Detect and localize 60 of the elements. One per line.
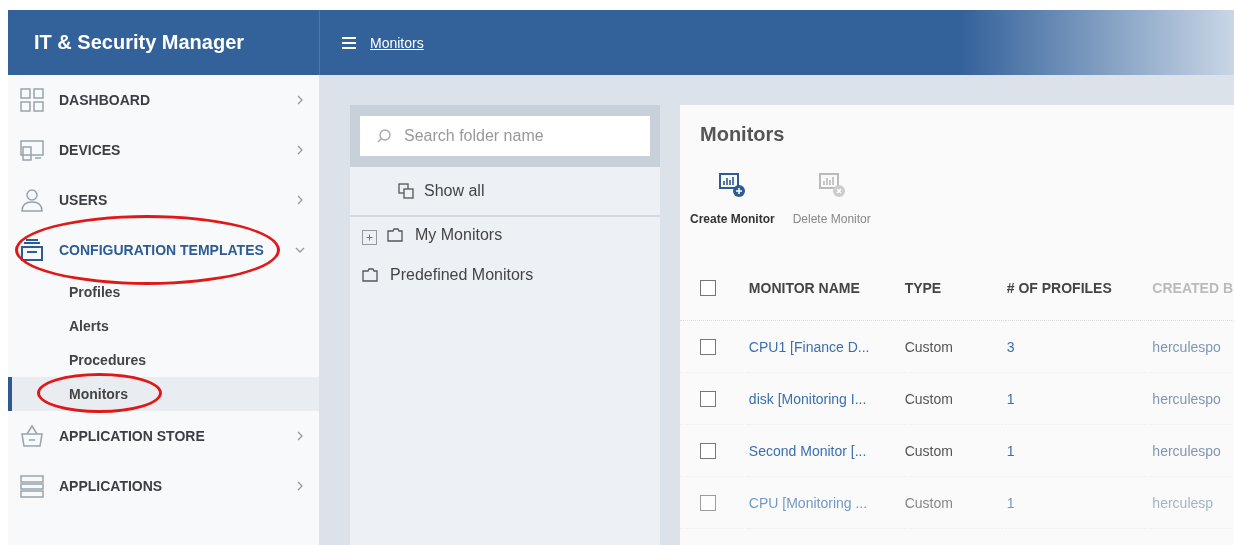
menu-icon[interactable]	[342, 36, 356, 49]
folder-icon	[387, 228, 403, 242]
search-field[interactable]: Search folder name	[360, 116, 650, 156]
nav-item[interactable]: DASHBOARD	[8, 75, 319, 125]
monitor-name-link[interactable]: disk [Monitoring I...	[747, 372, 904, 425]
table-cell: herculespo	[1151, 320, 1234, 373]
breadcrumb-link[interactable]: Monitors	[370, 34, 424, 51]
monitor-name-link[interactable]: Second Monitor [...	[747, 424, 904, 477]
chevron-right-icon	[295, 431, 305, 441]
nav-subitem[interactable]: Profiles	[8, 275, 319, 309]
toolbar-button[interactable]: Create Monitor	[690, 172, 775, 226]
table-cell: herculespo	[1151, 424, 1234, 477]
chevron-right-icon	[295, 145, 305, 155]
monitor-name-link[interactable]: CPU1 [Finance D...	[747, 320, 904, 373]
select-all-checkbox[interactable]	[700, 280, 716, 296]
column-header[interactable]: # OF PROFILES	[1005, 256, 1152, 321]
table-cell: herculesp	[1151, 476, 1234, 529]
nav-item[interactable]: APPLICATION STORE	[8, 411, 319, 461]
grid-icon	[20, 88, 44, 112]
nav-item[interactable]: DEVICES	[8, 125, 319, 175]
list-icon	[20, 474, 44, 498]
row-checkbox[interactable]	[700, 494, 716, 511]
app-title: IT & Security Manager	[8, 10, 320, 75]
column-header[interactable]: TYPE	[903, 256, 1006, 321]
chevron-right-icon	[295, 95, 305, 105]
nav-item[interactable]: APPLICATIONS	[8, 461, 319, 511]
table-cell: Custom	[903, 476, 1006, 529]
folder-icon	[362, 268, 378, 282]
page-title: Monitors	[700, 123, 786, 146]
expand-toggle-icon[interactable]	[362, 229, 377, 245]
search-icon	[376, 128, 392, 144]
chart-add-icon	[718, 172, 747, 198]
show-all-link[interactable]: Show all	[350, 167, 660, 217]
profiles-count-link[interactable]: 1	[1005, 424, 1152, 477]
basket-icon	[20, 424, 44, 448]
row-checkbox[interactable]	[700, 390, 716, 407]
folder-item[interactable]: Predefined Monitors	[362, 266, 534, 284]
column-header[interactable]: MONITOR NAME	[747, 256, 904, 321]
row-checkbox[interactable]	[700, 338, 716, 355]
row-checkbox[interactable]	[700, 442, 716, 459]
chart-remove-icon	[817, 172, 846, 198]
user-icon	[20, 188, 44, 212]
nav-item[interactable]: CONFIGURATION TEMPLATES	[8, 225, 319, 275]
profiles-count-link[interactable]: 3	[1005, 320, 1152, 373]
devices-icon	[20, 138, 44, 162]
table-cell: Custom	[903, 424, 1006, 477]
table-cell: Custom	[903, 320, 1006, 373]
nav-subitem[interactable]: Procedures	[8, 343, 319, 377]
folders-icon	[398, 183, 414, 199]
chevron-right-icon	[295, 481, 305, 491]
chevron-right-icon	[295, 195, 305, 205]
nav-item[interactable]: USERS	[8, 175, 319, 225]
table-cell: Custom	[903, 372, 1006, 425]
folder-item[interactable]: My Monitors	[387, 226, 503, 244]
table-cell: herculespo	[1151, 372, 1234, 425]
profiles-count-link[interactable]: 1	[1005, 372, 1152, 425]
stack-icon	[20, 238, 44, 262]
chevron-down-icon	[295, 245, 305, 255]
nav-subitem[interactable]: Monitors	[8, 377, 319, 411]
nav-subitem[interactable]: Alerts	[8, 309, 319, 343]
